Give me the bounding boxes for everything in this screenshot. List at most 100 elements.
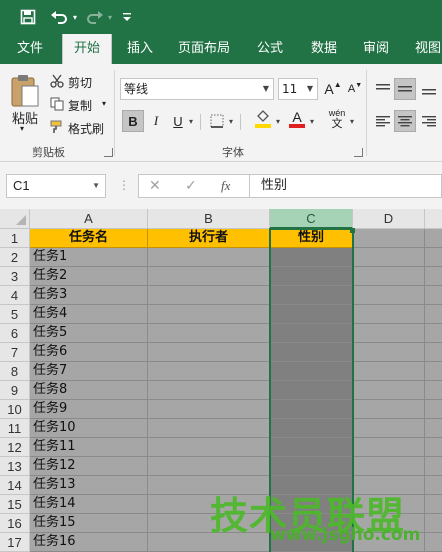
task-name-cell[interactable]: 任务6 bbox=[30, 343, 148, 362]
cell[interactable] bbox=[270, 400, 353, 419]
align-middle-button[interactable] bbox=[394, 78, 416, 100]
redo-icon[interactable] bbox=[84, 6, 106, 28]
cell[interactable] bbox=[425, 362, 442, 381]
task-name-cell[interactable]: 任务5 bbox=[30, 324, 148, 343]
task-name-cell[interactable]: 任务14 bbox=[30, 495, 148, 514]
cell[interactable] bbox=[425, 267, 442, 286]
task-name-cell[interactable]: 任务7 bbox=[30, 362, 148, 381]
row-header[interactable]: 13 bbox=[0, 457, 30, 476]
tab-formulas[interactable]: 公式 bbox=[248, 34, 292, 64]
cell[interactable] bbox=[353, 419, 425, 438]
task-name-cell[interactable]: 任务1 bbox=[30, 248, 148, 267]
cell[interactable] bbox=[270, 324, 353, 343]
underline-dropdown-icon[interactable]: ▾ bbox=[189, 117, 193, 126]
column-header-e[interactable] bbox=[425, 209, 442, 229]
cell[interactable] bbox=[270, 381, 353, 400]
font-color-dropdown-icon[interactable]: ▾ bbox=[310, 117, 314, 126]
redo-dropdown-icon[interactable]: ▾ bbox=[105, 6, 115, 28]
cell[interactable] bbox=[353, 267, 425, 286]
cell[interactable] bbox=[270, 267, 353, 286]
insert-function-icon[interactable]: fx bbox=[221, 178, 230, 194]
cell[interactable] bbox=[353, 381, 425, 400]
name-box[interactable]: C1 ▼ bbox=[6, 174, 106, 198]
cell[interactable] bbox=[353, 286, 425, 305]
cell[interactable] bbox=[425, 286, 442, 305]
fill-color-dropdown-icon[interactable]: ▾ bbox=[276, 117, 280, 126]
cell[interactable] bbox=[270, 286, 353, 305]
customize-qat-icon[interactable] bbox=[120, 6, 134, 28]
cell[interactable] bbox=[270, 305, 353, 324]
bold-button[interactable]: B bbox=[122, 110, 144, 132]
tab-file[interactable]: 文件 bbox=[8, 34, 52, 64]
cancel-icon[interactable]: ✕ bbox=[149, 177, 161, 194]
cell[interactable] bbox=[425, 305, 442, 324]
cell[interactable] bbox=[270, 457, 353, 476]
cell[interactable] bbox=[148, 381, 270, 400]
copy-dropdown-icon[interactable]: ▾ bbox=[102, 99, 106, 108]
cell[interactable] bbox=[425, 533, 442, 552]
cell[interactable] bbox=[353, 400, 425, 419]
tab-review[interactable]: 审阅 bbox=[354, 34, 398, 64]
cell[interactable] bbox=[425, 229, 442, 248]
undo-dropdown-icon[interactable]: ▾ bbox=[70, 6, 80, 28]
row-header[interactable]: 9 bbox=[0, 381, 30, 400]
row-header[interactable]: 10 bbox=[0, 400, 30, 419]
paste-button[interactable]: 粘贴 ▾ bbox=[8, 72, 42, 142]
header-cell[interactable]: 执行者 bbox=[148, 229, 270, 248]
task-name-cell[interactable]: 任务12 bbox=[30, 457, 148, 476]
save-icon[interactable] bbox=[16, 6, 40, 28]
tab-home[interactable]: 开始 bbox=[62, 34, 112, 64]
cell[interactable] bbox=[148, 400, 270, 419]
cell[interactable] bbox=[353, 438, 425, 457]
tab-view[interactable]: 视图 bbox=[408, 34, 442, 64]
cell[interactable] bbox=[148, 267, 270, 286]
phonetic-dropdown-icon[interactable]: ▾ bbox=[350, 117, 354, 126]
row-header[interactable]: 7 bbox=[0, 343, 30, 362]
clipboard-launcher-icon[interactable] bbox=[104, 148, 113, 157]
align-center-button[interactable] bbox=[394, 110, 416, 132]
column-header-a[interactable]: A bbox=[30, 209, 148, 229]
task-name-cell[interactable]: 任务9 bbox=[30, 400, 148, 419]
cell[interactable] bbox=[425, 476, 442, 495]
cell[interactable] bbox=[148, 286, 270, 305]
task-name-cell[interactable]: 任务3 bbox=[30, 286, 148, 305]
row-header[interactable]: 16 bbox=[0, 514, 30, 533]
task-name-cell[interactable]: 任务8 bbox=[30, 381, 148, 400]
align-bottom-button[interactable] bbox=[418, 78, 440, 100]
cell[interactable] bbox=[425, 324, 442, 343]
column-header-b[interactable]: B bbox=[148, 209, 270, 229]
decrease-font-size-button[interactable]: A ▼ bbox=[344, 78, 366, 100]
undo-icon[interactable] bbox=[48, 6, 70, 28]
fill-handle[interactable] bbox=[350, 228, 355, 233]
task-name-cell[interactable]: 任务15 bbox=[30, 514, 148, 533]
column-header-c[interactable]: C bbox=[270, 209, 353, 229]
align-left-button[interactable] bbox=[372, 110, 394, 132]
task-name-cell[interactable]: 任务11 bbox=[30, 438, 148, 457]
cell[interactable] bbox=[353, 229, 425, 248]
header-cell[interactable]: 任务名 bbox=[30, 229, 148, 248]
copy-button[interactable]: 复制 ▾ bbox=[50, 95, 112, 115]
select-all-button[interactable] bbox=[0, 209, 30, 229]
font-name-select[interactable]: 等线 ▼ bbox=[120, 78, 274, 100]
cell[interactable] bbox=[353, 305, 425, 324]
cell[interactable] bbox=[148, 248, 270, 267]
align-top-button[interactable] bbox=[372, 78, 394, 100]
cell[interactable] bbox=[148, 343, 270, 362]
task-name-cell[interactable]: 任务16 bbox=[30, 533, 148, 552]
more-options-icon[interactable]: ⋮ bbox=[118, 178, 130, 192]
row-header[interactable]: 3 bbox=[0, 267, 30, 286]
font-size-select[interactable]: 11 ▼ bbox=[278, 78, 318, 100]
row-header[interactable]: 8 bbox=[0, 362, 30, 381]
cell[interactable] bbox=[425, 495, 442, 514]
cell[interactable] bbox=[270, 248, 353, 267]
row-header[interactable]: 2 bbox=[0, 248, 30, 267]
phonetic-button[interactable]: wén 文 bbox=[326, 108, 348, 130]
cell[interactable] bbox=[425, 248, 442, 267]
row-header[interactable]: 15 bbox=[0, 495, 30, 514]
cell[interactable] bbox=[425, 343, 442, 362]
cell[interactable] bbox=[353, 248, 425, 267]
cell[interactable] bbox=[425, 457, 442, 476]
increase-font-size-button[interactable]: A ▲ bbox=[322, 78, 344, 100]
paste-dropdown-icon[interactable]: ▾ bbox=[20, 124, 24, 133]
tab-insert[interactable]: 插入 bbox=[118, 34, 162, 64]
